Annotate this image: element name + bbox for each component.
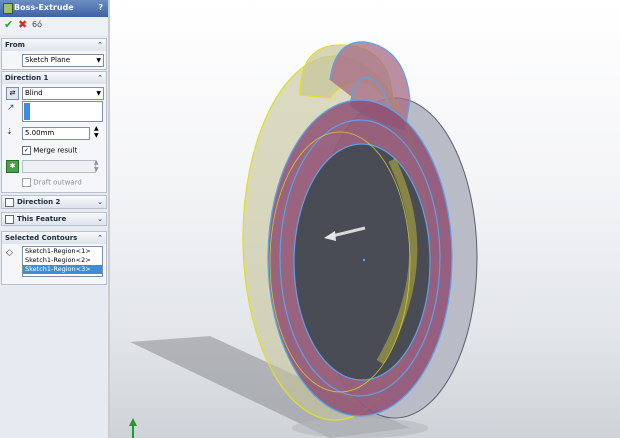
depth-icon: ⇣ <box>6 127 13 136</box>
checkbox-unchecked-icon <box>22 178 31 187</box>
chevron-down-icon: ▼ <box>96 57 101 64</box>
depth-spinner[interactable]: ▲ ▼ <box>94 125 99 139</box>
checkbox-checked-icon: ✓ <box>22 146 31 155</box>
action-bar: ✔ ✖ 6ó <box>0 17 108 35</box>
collapse-icon: ⌃ <box>97 234 103 242</box>
from-select[interactable]: Sketch Plane ▼ <box>22 54 104 67</box>
this-feature-label: This Feature <box>17 215 67 223</box>
direction2-label: Direction 2 <box>17 198 61 206</box>
from-group: From ⌃ Sketch Plane ▼ <box>1 38 107 70</box>
direction1-header-label: Direction 1 <box>5 74 49 82</box>
direction-vector-icon: ↗ <box>7 103 15 113</box>
from-header-label: From <box>5 41 25 49</box>
expand-icon: ⌄ <box>97 198 103 206</box>
selected-contours-header[interactable]: Selected Contours ⌃ <box>2 232 106 244</box>
draft-outward-label: Draft outward <box>33 178 82 187</box>
thin-feature-checkbox[interactable] <box>5 214 14 224</box>
direction1-group: Direction 1 ⌃ ⇄ Blind ▼ ↗ ⇣ 5.00mm ▲ ▼ ✓ Me… <box>1 71 107 193</box>
list-item[interactable]: Sketch1-Region<2> <box>23 256 102 265</box>
ok-button[interactable]: ✔ <box>4 19 13 31</box>
depth-input[interactable]: 5.00mm <box>22 127 90 140</box>
draft-icon[interactable]: ✱ <box>6 160 19 173</box>
contours-list[interactable]: Sketch1-Region<1> Sketch1-Region<2> Sket… <box>22 246 103 277</box>
contour-icon: ◇ <box>6 248 13 258</box>
selected-contours-label: Selected Contours <box>5 234 78 242</box>
direction2-header[interactable]: Direction 2 ⌄ <box>2 196 106 208</box>
chevron-down-icon: ▼ <box>96 90 101 97</box>
from-select-value: Sketch Plane <box>25 56 71 64</box>
reverse-direction-icon[interactable]: ⇄ <box>6 87 19 100</box>
help-button[interactable]: ? <box>98 3 103 12</box>
direction2-group: Direction 2 ⌄ <box>1 195 107 209</box>
draft-outward-checkbox: Draft outward <box>22 178 82 187</box>
this-feature-header[interactable]: This Feature ⌄ <box>2 213 106 225</box>
graphics-area[interactable] <box>110 0 620 438</box>
detailed-preview-button[interactable]: 6ó <box>32 19 42 31</box>
property-manager-panel: Boss-Extrude ? ✔ ✖ 6ó From ⌃ Sketch Plane… <box>0 0 109 438</box>
draft-angle-input[interactable] <box>22 160 96 173</box>
feature-title-bar: Boss-Extrude ? <box>0 0 108 17</box>
field-focus-bar <box>24 103 30 120</box>
this-feature-group: This Feature ⌄ <box>1 212 107 226</box>
triad-arrow-icon <box>129 418 137 426</box>
merge-result-checkbox[interactable]: ✓ Merge result <box>22 146 77 155</box>
expand-icon: ⌄ <box>97 215 103 223</box>
merge-result-label: Merge result <box>33 146 78 155</box>
direction-vector-field[interactable] <box>22 101 103 122</box>
floor-shadow-2 <box>292 418 428 438</box>
end-condition-value: Blind <box>25 89 43 97</box>
selected-contours-group: Selected Contours ⌃ ◇ Sketch1-Region<1> S… <box>1 231 107 285</box>
cancel-button[interactable]: ✖ <box>18 19 27 31</box>
feature-title: Boss-Extrude <box>14 3 74 12</box>
draft-spinner: ▲ ▼ <box>94 159 99 173</box>
collapse-icon: ⌃ <box>97 41 103 49</box>
origin-point <box>362 258 366 262</box>
boss-extrude-icon <box>3 3 13 14</box>
from-header[interactable]: From ⌃ <box>2 39 106 51</box>
depth-value: 5.00mm <box>25 129 55 137</box>
list-item[interactable]: Sketch1-Region<1> <box>23 247 102 256</box>
end-condition-select[interactable]: Blind ▼ <box>22 87 104 100</box>
pendant-model-view <box>129 41 478 438</box>
direction2-checkbox[interactable] <box>5 197 14 207</box>
direction1-header[interactable]: Direction 1 ⌃ <box>2 72 106 84</box>
collapse-icon: ⌃ <box>97 74 103 82</box>
list-item[interactable]: Sketch1-Region<3> <box>23 265 102 274</box>
